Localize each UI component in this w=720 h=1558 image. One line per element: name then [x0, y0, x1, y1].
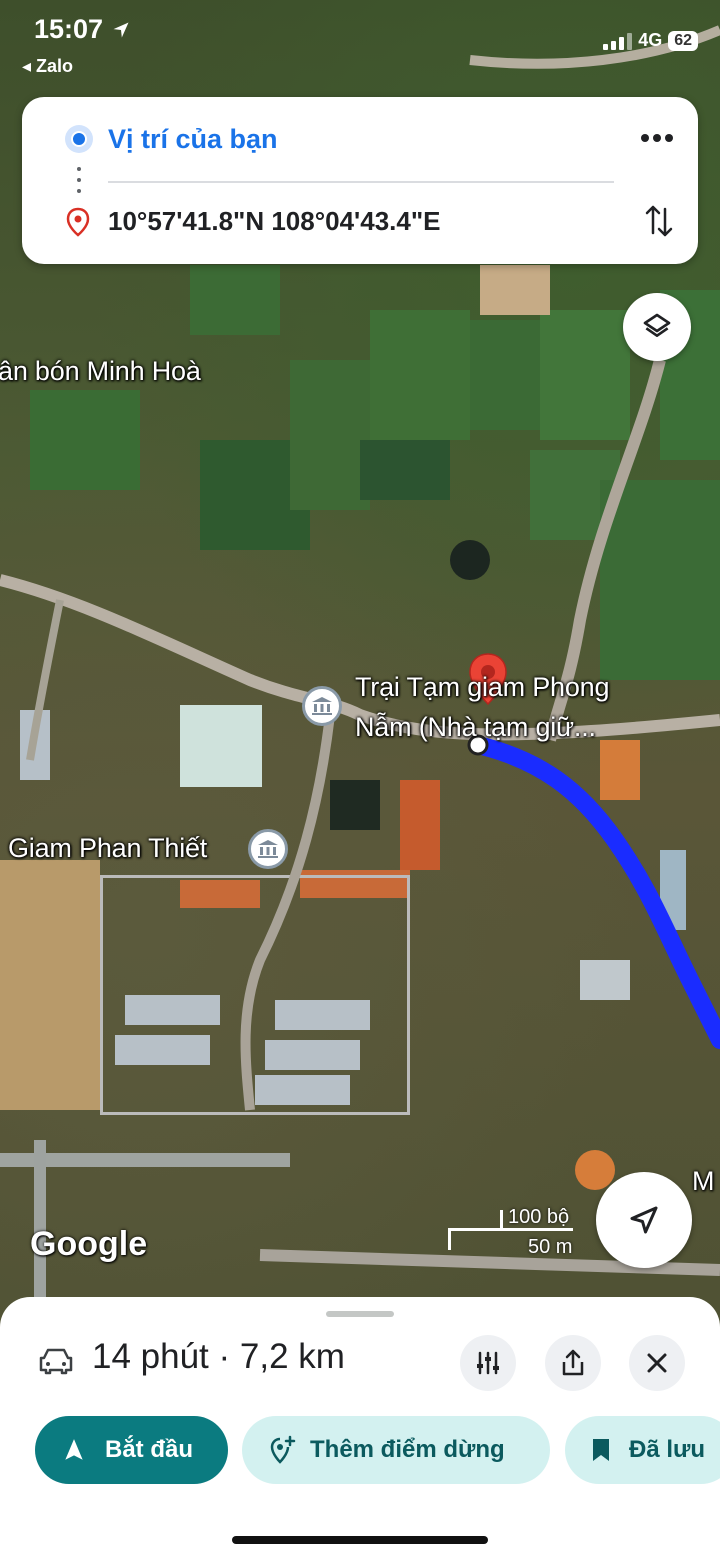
- map-label-trai-tam-line2[interactable]: Nẫm (Nhà tạm giữ...: [355, 712, 596, 743]
- map-label-edge: M: [692, 1166, 715, 1196]
- options-icon: [477, 1351, 499, 1375]
- location-arrow-icon: [113, 22, 129, 38]
- scale-imperial: 100 bộ: [508, 1206, 570, 1228]
- map-label-minh-hoa[interactable]: ân bón Minh Hoà: [0, 356, 201, 387]
- map-label-giam-phan-thiet[interactable]: Giam Phan Thiết: [8, 833, 207, 864]
- back-app-label: Zalo: [36, 56, 74, 76]
- start-button[interactable]: Bắt đầu: [35, 1416, 228, 1484]
- layers-icon: [643, 313, 671, 337]
- close-button[interactable]: [629, 1335, 685, 1391]
- recenter-button[interactable]: [596, 1172, 692, 1268]
- battery-badge: 62: [668, 30, 698, 51]
- route-summary: 14 phút · 7,2 km: [92, 1337, 345, 1376]
- status-bar: 15:07 ◂ Zalo 4G 62: [0, 0, 720, 90]
- close-icon: [647, 1353, 667, 1373]
- route-line: [469, 736, 720, 1049]
- add-stop-button[interactable]: Thêm điểm dừng: [242, 1416, 550, 1484]
- map-label-trai-tam-line1[interactable]: Trại Tạm giam Phong: [355, 672, 610, 703]
- sheet-handle[interactable]: [326, 1311, 394, 1317]
- navigate-icon: [65, 1439, 83, 1460]
- car-icon: [39, 1348, 73, 1375]
- share-icon: [562, 1349, 584, 1376]
- status-time: 15:07: [34, 14, 131, 45]
- add-stop-label: Thêm điểm dừng: [310, 1436, 505, 1463]
- network-label: 4G: [638, 30, 663, 50]
- bookmark-icon: [593, 1439, 609, 1461]
- recenter-icon: [630, 1206, 658, 1234]
- poi-government-icon[interactable]: [248, 829, 288, 869]
- directions-sheet: 14 phút · 7,2 km Bắt đầu Thêm điểm dừng: [0, 1297, 720, 1558]
- add-stop-icon: [270, 1435, 296, 1464]
- origin-field[interactable]: Vị trí của bạn: [108, 124, 278, 155]
- saved-label: Đã lưu: [629, 1436, 706, 1463]
- time-text: 15:07: [34, 14, 104, 44]
- route-connector-dots: [77, 167, 81, 197]
- back-to-app[interactable]: ◂ Zalo: [22, 56, 73, 77]
- location-dot-icon: [65, 125, 93, 153]
- signal-bars-icon: [603, 32, 633, 50]
- pin-icon: [66, 207, 90, 237]
- start-label: Bắt đầu: [105, 1436, 194, 1463]
- map-scale: 100 bộ 50 m: [448, 1206, 588, 1258]
- signal-group: 4G 62: [603, 30, 698, 51]
- swap-icon[interactable]: [644, 203, 674, 239]
- layers-button[interactable]: [623, 293, 691, 361]
- poi-government-icon[interactable]: [302, 686, 342, 726]
- route-divider: [108, 181, 614, 183]
- scale-metric: 50 m: [528, 1236, 573, 1258]
- destination-field[interactable]: 10°57'41.8"N 108°04'43.4"E: [108, 206, 441, 237]
- share-button[interactable]: [545, 1335, 601, 1391]
- google-logo: Google: [30, 1225, 148, 1263]
- more-icon[interactable]: [640, 133, 674, 143]
- route-card: Vị trí của bạn 10°57'41.8"N 108°04'43.4"…: [22, 97, 698, 264]
- options-button[interactable]: [460, 1335, 516, 1391]
- saved-button[interactable]: Đã lưu: [565, 1416, 720, 1484]
- home-indicator[interactable]: [232, 1536, 488, 1544]
